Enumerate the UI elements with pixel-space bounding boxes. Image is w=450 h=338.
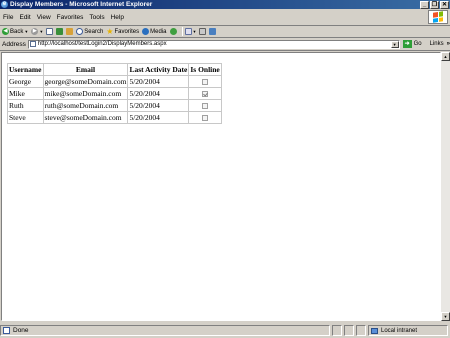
menu-favorites[interactable]: Favorites xyxy=(54,14,87,21)
window-controls: _ ❐ ✕ xyxy=(420,0,449,9)
username-cell: Ruth xyxy=(7,99,44,112)
online-cell xyxy=(188,75,222,88)
status-cell xyxy=(356,325,366,336)
last-activity-cell: 5/20/2004 xyxy=(127,75,190,88)
edit-icon[interactable] xyxy=(209,28,217,35)
last-activity-cell: 5/20/2004 xyxy=(127,111,190,124)
go-label: Go xyxy=(413,41,422,47)
refresh-icon[interactable] xyxy=(56,28,64,35)
window-title: Display Members - Microsoft Internet Exp… xyxy=(10,1,153,8)
page-content: Username Email Last Activity Date Is Onl… xyxy=(1,52,441,321)
online-checkbox xyxy=(202,115,209,122)
favorites-button[interactable]: ★ Favorites xyxy=(106,27,140,36)
ie-icon: e xyxy=(1,1,8,8)
zone-text: Local intranet xyxy=(381,327,418,334)
email-cell: mike@someDomain.com xyxy=(42,87,129,100)
scroll-down-icon[interactable]: ▼ xyxy=(441,312,450,321)
table-header-row: Username Email Last Activity Date Is Onl… xyxy=(7,63,222,76)
star-icon: ★ xyxy=(106,27,114,36)
maximize-button[interactable]: ❐ xyxy=(430,0,439,9)
toolbar: ◀ Back ▼ ▶ ▼ Search ★ Favorites Media ▼ xyxy=(0,26,450,38)
table-row: Ruth ruth@someDomain.com 5/20/2004 xyxy=(7,99,222,112)
forward-dropdown-icon[interactable]: ▼ xyxy=(39,29,43,34)
media-icon xyxy=(142,28,150,35)
column-header-is-online: Is Online xyxy=(188,63,222,76)
online-cell xyxy=(188,87,222,100)
menu-edit[interactable]: Edit xyxy=(16,14,33,21)
status-cell xyxy=(332,325,342,336)
title-bar: e Display Members - Microsoft Internet E… xyxy=(0,0,450,9)
search-icon xyxy=(76,28,84,35)
members-table: Username Email Last Activity Date Is Onl… xyxy=(7,63,222,124)
online-checkbox xyxy=(202,79,209,86)
menu-view[interactable]: View xyxy=(34,14,54,21)
username-cell: Mike xyxy=(7,87,44,100)
address-input[interactable]: http://localhost/testLogin2/DisplayMembe… xyxy=(27,39,400,49)
menu-tools[interactable]: Tools xyxy=(86,14,107,21)
status-bar: Done Local intranet xyxy=(0,323,450,338)
page-done-icon xyxy=(3,327,10,334)
username-cell: Steve xyxy=(7,111,44,124)
status-text: Done xyxy=(13,327,29,334)
intranet-icon xyxy=(371,327,378,334)
table-row: Steve steve@someDomain.com 5/20/2004 xyxy=(7,111,222,124)
go-button[interactable]: ➜ Go xyxy=(402,40,422,48)
mail-icon xyxy=(184,28,192,35)
online-cell xyxy=(188,111,222,124)
security-zone-panel: Local intranet xyxy=(368,325,448,336)
address-bar: Address http://localhost/testLogin2/Disp… xyxy=(0,38,450,51)
home-icon[interactable] xyxy=(66,28,74,35)
menu-bar: File Edit View Favorites Tools Help xyxy=(0,9,450,26)
forward-arrow-icon: ▶ xyxy=(31,28,39,35)
back-arrow-icon: ◀ xyxy=(2,28,9,35)
last-activity-cell: 5/20/2004 xyxy=(127,99,190,112)
back-label: Back xyxy=(10,28,24,35)
vertical-scrollbar[interactable]: ▲ ▼ xyxy=(441,52,450,321)
last-activity-cell: 5/20/2004 xyxy=(127,87,190,100)
column-header-email: Email xyxy=(42,63,129,76)
toolbar-separator xyxy=(181,27,183,36)
print-icon[interactable] xyxy=(199,28,207,35)
scroll-up-icon[interactable]: ▲ xyxy=(441,52,450,61)
links-button[interactable]: Links xyxy=(430,41,444,47)
online-checkbox xyxy=(202,91,209,98)
email-cell: steve@someDomain.com xyxy=(42,111,129,124)
menu-help[interactable]: Help xyxy=(108,14,127,21)
email-cell: ruth@someDomain.com xyxy=(42,99,129,112)
column-header-last-activity: Last Activity Date xyxy=(127,63,190,76)
favorites-label: Favorites xyxy=(114,28,140,35)
go-arrow-icon: ➜ xyxy=(402,40,412,48)
menu-file[interactable]: File xyxy=(0,14,16,21)
media-label: Media xyxy=(150,28,167,35)
online-checkbox xyxy=(202,103,209,110)
chevron-right-icon[interactable]: » xyxy=(447,41,450,47)
address-url[interactable]: http://localhost/testLogin2/DisplayMembe… xyxy=(38,41,167,47)
back-dropdown-icon[interactable]: ▼ xyxy=(24,29,28,34)
column-header-username: Username xyxy=(7,63,44,76)
status-main-panel: Done xyxy=(0,325,330,336)
table-row: George george@someDomain.com 5/20/2004 xyxy=(7,75,222,88)
search-label: Search xyxy=(84,28,104,35)
forward-button[interactable]: ▶ ▼ xyxy=(31,28,43,35)
address-dropdown-icon[interactable]: ▼ xyxy=(390,40,399,48)
windows-logo-icon xyxy=(428,10,448,24)
email-cell: george@someDomain.com xyxy=(42,75,129,88)
close-button[interactable]: ✕ xyxy=(440,0,449,9)
search-button[interactable]: Search xyxy=(76,28,103,35)
online-cell xyxy=(188,99,222,112)
minimize-button[interactable]: _ xyxy=(420,0,429,9)
media-button[interactable]: Media xyxy=(142,28,167,35)
username-cell: George xyxy=(7,75,44,88)
address-label: Address xyxy=(2,40,26,48)
status-cell xyxy=(344,325,354,336)
mail-button[interactable]: ▼ xyxy=(184,28,197,35)
mail-dropdown-icon[interactable]: ▼ xyxy=(193,29,197,34)
back-button[interactable]: ◀ Back ▼ xyxy=(2,28,28,35)
stop-icon[interactable] xyxy=(46,28,54,35)
history-icon[interactable] xyxy=(169,28,177,35)
table-row: Mike mike@someDomain.com 5/20/2004 xyxy=(7,87,222,100)
page-icon xyxy=(29,41,36,47)
